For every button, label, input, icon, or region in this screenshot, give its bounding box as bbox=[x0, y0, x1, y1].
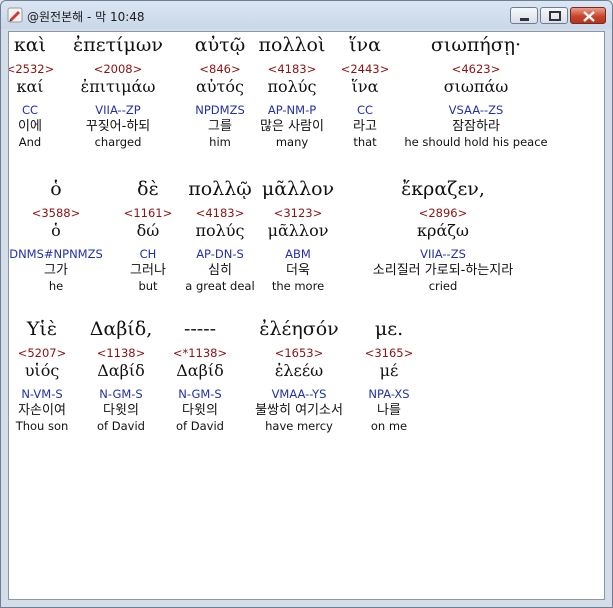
lemma: σιωπάω bbox=[443, 77, 509, 96]
title-bar[interactable]: @원전본해 - 막 10:48 bbox=[1, 1, 612, 31]
greek-word: μᾶλλον bbox=[261, 178, 335, 200]
lemma: μᾶλλον bbox=[267, 221, 329, 240]
close-button[interactable] bbox=[570, 7, 606, 24]
lemma: κράζω bbox=[417, 221, 469, 240]
morphology-code: VIIA--ZS bbox=[420, 247, 466, 261]
close-icon bbox=[583, 11, 595, 22]
minimize-button[interactable] bbox=[510, 7, 538, 24]
word-cell[interactable]: σιωπήσῃ· <4623> σιωπάω VSAA--ZS 잠잠하라 he shoul… bbox=[396, 34, 556, 149]
korean-gloss: 소리질러 가로되-하는지라 bbox=[372, 263, 514, 278]
english-gloss: on me bbox=[370, 419, 408, 433]
word-cell[interactable]: μᾶλλον <3123> μᾶλλον ABM 더욱 the more bbox=[218, 178, 378, 293]
greek-word: με. bbox=[374, 318, 404, 340]
morphology-code: ABM bbox=[285, 247, 311, 261]
english-gloss: cried bbox=[428, 279, 458, 293]
app-icon[interactable] bbox=[7, 7, 23, 23]
morphology-code: VSAA--ZS bbox=[448, 103, 504, 117]
strong-number: <3123> bbox=[273, 206, 323, 220]
greek-word: σιωπήσῃ· bbox=[430, 34, 522, 56]
morphology-code: NPA-XS bbox=[368, 387, 410, 401]
korean-gloss: 잠잠하라 bbox=[452, 119, 500, 134]
maximize-button[interactable] bbox=[540, 7, 568, 24]
strong-number: <2896> bbox=[418, 206, 468, 220]
lemma: μέ bbox=[379, 361, 399, 380]
strong-number: <3165> bbox=[364, 346, 414, 360]
greek-word: ἔκραζεν, bbox=[401, 178, 485, 200]
minimize-icon bbox=[520, 18, 529, 21]
word-cell[interactable]: ἔκραζεν, <2896> κράζω VIIA--ZS 소리질러 가로되-하는지라… bbox=[363, 178, 523, 293]
korean-gloss: 더욱 bbox=[286, 263, 310, 278]
interlinear-panel: καὶ <2532> καί CC 이에 And ἐπετίμων <2008> ἐπιτιμά… bbox=[8, 31, 605, 600]
korean-gloss: 나를 bbox=[377, 403, 401, 418]
english-gloss: he should hold his peace bbox=[404, 135, 548, 149]
strong-number: <4623> bbox=[451, 62, 501, 76]
english-gloss: the more bbox=[271, 279, 325, 293]
app-window: @원전본해 - 막 10:48 καὶ <2532> καί CC 이에 And ἐπετί… bbox=[0, 0, 613, 608]
window-title: @원전본해 - 막 10:48 bbox=[27, 10, 145, 24]
maximize-icon bbox=[549, 11, 561, 21]
word-cell[interactable]: με. <3165> μέ NPA-XS 나를 on me bbox=[309, 318, 469, 433]
